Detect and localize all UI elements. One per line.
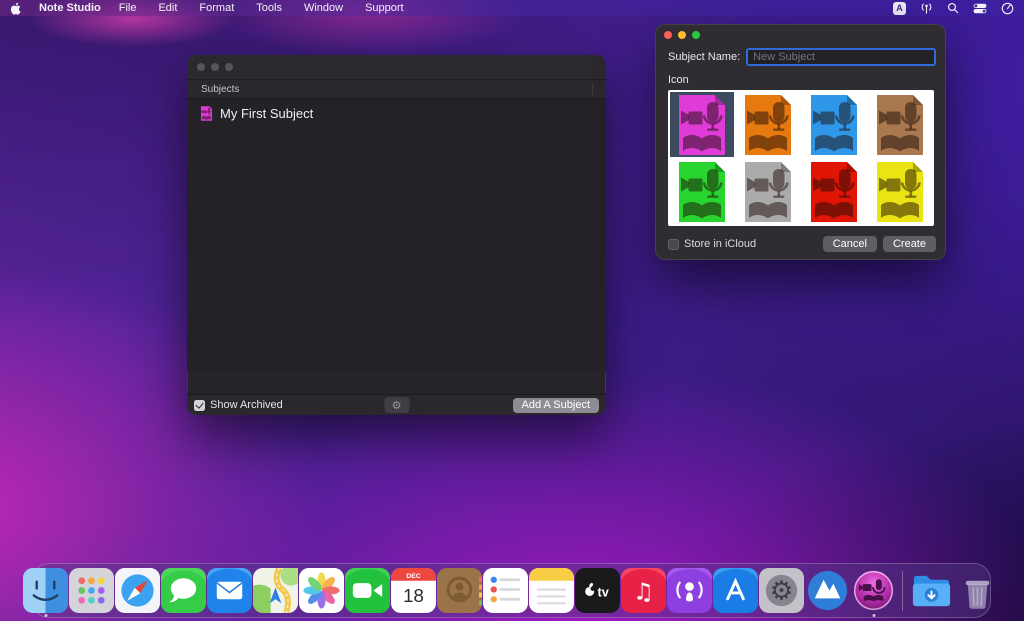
- subject-name-input[interactable]: [746, 48, 936, 66]
- subjects-footer: Show Archived ⚙ Add A Subject: [187, 394, 606, 415]
- dock-trash[interactable]: [955, 568, 1000, 613]
- store-icloud-label: Store in iCloud: [684, 238, 756, 250]
- dock-podcasts[interactable]: [667, 568, 712, 613]
- running-indicator: [44, 614, 47, 617]
- show-archived-label: Show Archived: [210, 399, 283, 411]
- svg-text:18: 18: [403, 585, 424, 606]
- menu-edit[interactable]: Edit: [158, 2, 177, 14]
- clock-icon[interactable]: [1001, 2, 1014, 15]
- dock-contacts[interactable]: [437, 568, 482, 613]
- close-button[interactable]: [664, 31, 672, 39]
- icon-grid: [668, 90, 934, 226]
- menu-support[interactable]: Support: [365, 2, 404, 14]
- dock-messages[interactable]: [161, 568, 206, 613]
- zoom-button[interactable]: [225, 63, 233, 71]
- running-indicator: [872, 614, 875, 617]
- subjects-list: My First Subject: [187, 99, 606, 372]
- subjects-header-label: Subjects: [201, 84, 239, 95]
- dock-downloads-folder[interactable]: [909, 568, 954, 613]
- icon-grid-cell-1[interactable]: [736, 92, 800, 157]
- icon-grid-cell-4[interactable]: [670, 159, 734, 224]
- dock-music[interactable]: ♫: [621, 568, 666, 613]
- store-icloud-checkbox[interactable]: [668, 239, 679, 250]
- subject-name-label: Subject Name:: [668, 51, 740, 63]
- svg-text:⚙: ⚙: [770, 575, 794, 606]
- dialog-footer: Store in iCloud Cancel Create: [655, 236, 946, 252]
- subject-row-label: My First Subject: [220, 106, 313, 121]
- svg-text:tv: tv: [598, 584, 610, 599]
- add-subject-button[interactable]: Add A Subject: [513, 398, 600, 413]
- menu-file[interactable]: File: [119, 2, 137, 14]
- cancel-button[interactable]: Cancel: [823, 236, 877, 252]
- menubar-menus: File Edit Format Tools Window Support: [119, 2, 404, 14]
- dock: DEC 18: [32, 563, 991, 618]
- svg-text:DEC: DEC: [406, 573, 420, 580]
- menu-bar: Note Studio File Edit Format Tools Window Sup…: [0, 0, 1024, 16]
- apple-menu-icon[interactable]: [10, 2, 23, 15]
- menubar-app-name[interactable]: Note Studio: [39, 2, 101, 14]
- icon-grid-cell-5[interactable]: [736, 159, 800, 224]
- dock-safari[interactable]: [115, 568, 160, 613]
- column-divider: [592, 83, 593, 95]
- dock-reminders[interactable]: [483, 568, 528, 613]
- dock-note-studio[interactable]: [851, 568, 896, 613]
- dock-maps[interactable]: [253, 568, 298, 613]
- dock-launchpad[interactable]: [69, 568, 114, 613]
- svg-text:♫: ♫: [633, 577, 654, 605]
- icon-grid-cell-6[interactable]: [802, 159, 866, 224]
- show-archived-checkbox[interactable]: [194, 400, 205, 411]
- desktop-wallpaper: Note Studio File Edit Format Tools Window Sup…: [0, 0, 1024, 621]
- dock-mail[interactable]: [207, 568, 252, 613]
- dock-finder[interactable]: [23, 568, 68, 613]
- dock-notes[interactable]: [529, 568, 574, 613]
- icon-grid-cell-2[interactable]: [802, 92, 866, 157]
- antenna-icon[interactable]: [920, 2, 933, 15]
- icon-grid-cell-0[interactable]: [670, 92, 734, 157]
- dock-separator: [902, 571, 903, 611]
- dock-tv[interactable]: tv: [575, 568, 620, 613]
- menu-format[interactable]: Format: [199, 2, 234, 14]
- new-subject-dialog: Subject Name: Icon: [655, 24, 946, 260]
- dock-facetime[interactable]: [345, 568, 390, 613]
- control-center-icon[interactable]: [973, 3, 987, 14]
- dock-appstore[interactable]: [713, 568, 758, 613]
- subjects-column-header[interactable]: Subjects: [187, 80, 606, 99]
- input-source-icon[interactable]: A: [893, 2, 906, 15]
- dock-photos[interactable]: [299, 568, 344, 613]
- dock-mountain-app[interactable]: [805, 568, 850, 613]
- dialog-titlebar[interactable]: [655, 24, 946, 46]
- subjects-window: Subjects My First Subject Show Archived …: [187, 55, 606, 415]
- create-button[interactable]: Create: [883, 236, 936, 252]
- dock-system-preferences[interactable]: ⚙: [759, 568, 804, 613]
- icon-grid-cell-7[interactable]: [868, 159, 932, 224]
- close-button[interactable]: [197, 63, 205, 71]
- subject-row[interactable]: My First Subject: [187, 99, 606, 121]
- icon-section-label: Icon: [668, 74, 936, 86]
- spotlight-search-icon[interactable]: [947, 2, 959, 14]
- zoom-button[interactable]: [692, 31, 700, 39]
- dock-calendar[interactable]: DEC 18: [391, 568, 436, 613]
- menu-window[interactable]: Window: [304, 2, 343, 14]
- gear-icon[interactable]: ⚙: [384, 397, 409, 413]
- subject-doc-icon: [200, 106, 213, 121]
- subjects-window-titlebar[interactable]: [187, 55, 606, 80]
- icon-grid-cell-3[interactable]: [868, 92, 932, 157]
- minimize-button[interactable]: [678, 31, 686, 39]
- minimize-button[interactable]: [211, 63, 219, 71]
- menu-tools[interactable]: Tools: [256, 2, 282, 14]
